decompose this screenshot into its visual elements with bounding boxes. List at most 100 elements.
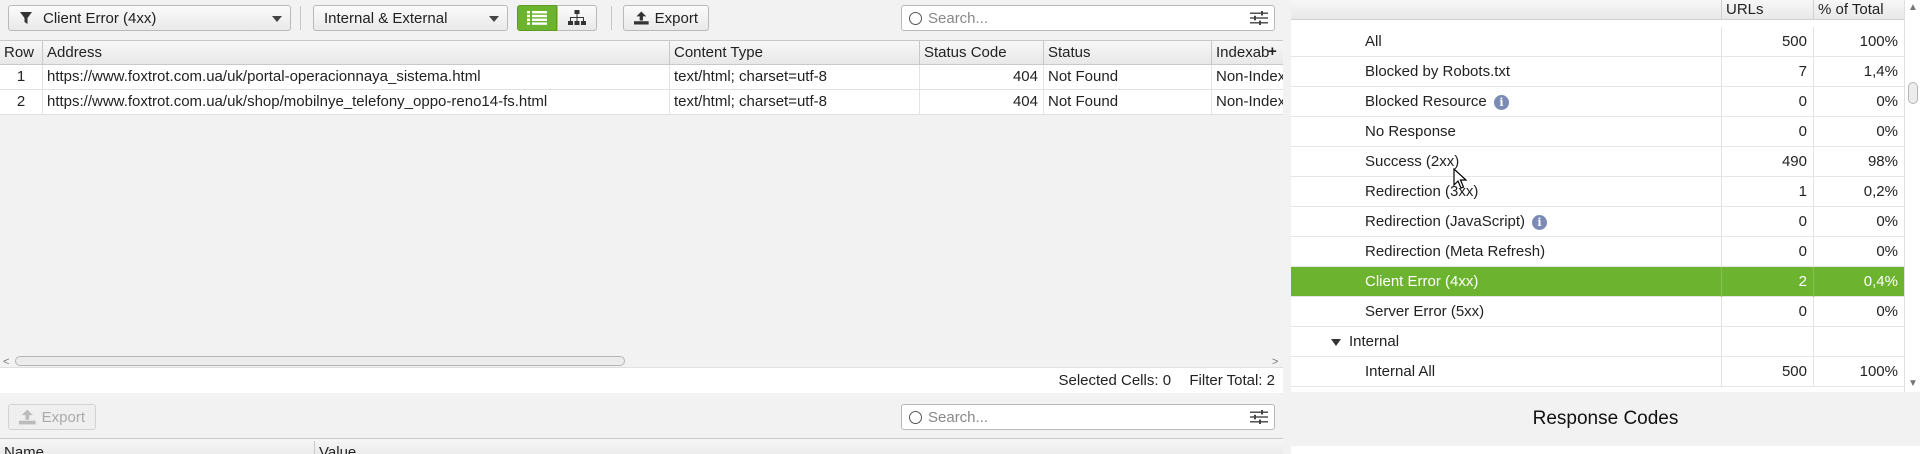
overview-row-pct: 98% (1813, 147, 1904, 177)
cell-indexability[interactable]: Non-Indexable (1212, 90, 1283, 115)
overview-row[interactable]: Server Error (5xx) 0 0% (1291, 297, 1904, 327)
scope-dropdown-value: Internal & External (324, 9, 448, 27)
column-header-urls[interactable]: URLs (1721, 0, 1813, 20)
overview-row-urls: 7 (1721, 57, 1813, 87)
main-toolbar: Client Error (4xx) Internal & External E… (0, 0, 1283, 36)
cell-status-code[interactable]: 404 (920, 65, 1044, 90)
overview-group-row[interactable]: Internal (1291, 327, 1904, 357)
overview-row-urls: 0 (1721, 297, 1813, 327)
toolbar-divider (611, 6, 612, 30)
overview-row-pct: 0% (1813, 297, 1904, 327)
overview-row-label: Blocked Resource (1365, 93, 1487, 110)
overview-row-pct: 0% (1813, 237, 1904, 267)
overview-row-urls: 0 (1721, 87, 1813, 117)
status-text: Selected Cells: 0 Filter Total: 2 (1058, 372, 1275, 389)
overview-row-urls: 0 (1721, 117, 1813, 147)
funnel-icon (20, 12, 32, 24)
overview-header: URLs % of Total (1291, 0, 1904, 20)
detail-search-field[interactable] (928, 408, 1228, 426)
overview-row-label: Server Error (5xx) (1365, 303, 1485, 320)
horizontal-scroll-thumb[interactable] (15, 356, 625, 366)
main-search-input[interactable] (901, 5, 1275, 31)
vertical-scrollbar[interactable]: ▲ ▼ (1904, 0, 1920, 392)
overview-row-label: No Response (1365, 123, 1456, 140)
column-header-status[interactable]: Status (1044, 41, 1212, 65)
column-header-value[interactable]: Value (315, 441, 1283, 454)
column-header-content-type[interactable]: Content Type (670, 41, 920, 65)
overview-row-urls: 500 (1721, 357, 1813, 387)
toolbar-divider (300, 6, 301, 30)
overview-row[interactable]: All 500 100% (1291, 27, 1904, 57)
cell-content-type[interactable]: text/html; charset=utf-8 (670, 65, 920, 90)
cell-indexability[interactable]: Non-Indexable (1212, 65, 1283, 90)
overview-row-pct (1813, 327, 1904, 357)
scope-dropdown[interactable]: Internal & External (313, 5, 508, 31)
mouse-cursor-icon (1453, 168, 1467, 189)
cell-address[interactable]: https://www.foxtrot.com.ua/uk/portal-ope… (43, 65, 670, 90)
overview-row[interactable]: No Response 0 0% (1291, 117, 1904, 147)
table-row[interactable]: 1 https://www.foxtrot.com.ua/uk/portal-o… (0, 65, 1283, 90)
overview-row-label: Redirection (JavaScript) (1365, 213, 1526, 230)
selected-cells-label: Selected Cells: (1058, 372, 1159, 389)
results-grid: Row Address Content Type Status Code Sta… (0, 40, 1283, 368)
cell-content-type[interactable]: text/html; charset=utf-8 (670, 90, 920, 115)
overview-row[interactable]: Blocked Resource i 0 0% (1291, 87, 1904, 117)
filter-dropdown[interactable]: Client Error (4xx) (8, 5, 291, 31)
filter-total-label: Filter Total: (1189, 372, 1263, 389)
cell-status-code[interactable]: 404 (920, 90, 1044, 115)
overview-row-label: Success (2xx) (1365, 153, 1460, 170)
column-header-pct[interactable]: % of Total (1813, 0, 1904, 20)
table-row[interactable]: 2 https://www.foxtrot.com.ua/uk/shop/mob… (0, 90, 1283, 115)
overview-pane: URLs % of Total All 500 100% Blocked by Rob… (1291, 0, 1920, 454)
cell-status[interactable]: Not Found (1044, 65, 1212, 90)
overview-row-label: Internal (1349, 333, 1400, 350)
detail-export-button[interactable]: Export (8, 404, 96, 430)
list-icon (527, 11, 547, 25)
overview-row-label: Blocked by Robots.txt (1365, 63, 1511, 80)
overview-row-label: All (1365, 33, 1382, 50)
horizontal-scrollbar[interactable]: < > (0, 353, 1283, 368)
column-header-name[interactable]: Name (0, 441, 315, 454)
upload-icon (19, 409, 36, 425)
pane-splitter[interactable] (1283, 0, 1291, 454)
add-column-icon[interactable]: + (1268, 41, 1277, 63)
cell-address[interactable]: https://www.foxtrot.com.ua/uk/shop/mobil… (43, 90, 670, 115)
chevron-down-icon (272, 16, 282, 22)
column-header-address[interactable]: Address (43, 41, 670, 65)
info-icon[interactable]: i (1532, 215, 1547, 230)
detail-search-input[interactable] (901, 404, 1275, 430)
main-search-field[interactable] (928, 9, 1228, 27)
export-button[interactable]: Export (623, 5, 709, 31)
main-pane: Client Error (4xx) Internal & External E… (0, 0, 1283, 454)
overview-row[interactable]: Client Error (4xx) 2 0,4% (1291, 267, 1904, 297)
cell-status[interactable]: Not Found (1044, 90, 1212, 115)
overview-row-label: Redirection (Meta Refresh) (1365, 243, 1546, 260)
overview-row[interactable]: Success (2xx) 490 98% (1291, 147, 1904, 177)
info-icon[interactable]: i (1494, 95, 1509, 110)
grid-status-bar: Selected Cells: 0 Filter Total: 2 (0, 367, 1283, 393)
overview-row-pct: 100% (1813, 357, 1904, 387)
overview-row-pct: 0,4% (1813, 267, 1904, 297)
search-icon (909, 12, 922, 25)
vertical-scroll-thumb[interactable] (1908, 82, 1918, 104)
sliders-icon[interactable] (1250, 11, 1268, 25)
expand-triangle-icon[interactable] (1331, 339, 1341, 346)
overview-row-urls: 0 (1721, 237, 1813, 267)
overview-row[interactable]: Redirection (3xx) 1 0,2% (1291, 177, 1904, 207)
tree-view-button[interactable] (557, 5, 597, 31)
overview-row-label: Internal All (1365, 363, 1436, 380)
overview-row[interactable]: Blocked by Robots.txt 7 1,4% (1291, 57, 1904, 87)
list-view-button[interactable] (517, 5, 557, 31)
overview-row[interactable]: Internal All 500 100% (1291, 357, 1904, 387)
overview-row[interactable]: Redirection (Meta Refresh) 0 0% (1291, 237, 1904, 267)
overview-row-pct: 0,2% (1813, 177, 1904, 207)
scroll-down-icon[interactable]: ▼ (1908, 378, 1918, 389)
overview-row-pct: 0% (1813, 87, 1904, 117)
column-header-row[interactable]: Row (0, 41, 43, 65)
overview-row[interactable]: Redirection (JavaScript) i 0 0% (1291, 207, 1904, 237)
column-header-status-code[interactable]: Status Code (920, 41, 1044, 65)
scroll-up-icon[interactable]: ▲ (1908, 2, 1918, 13)
sliders-icon[interactable] (1250, 410, 1268, 424)
filter-total-value: 2 (1266, 372, 1275, 389)
search-icon (909, 411, 922, 424)
